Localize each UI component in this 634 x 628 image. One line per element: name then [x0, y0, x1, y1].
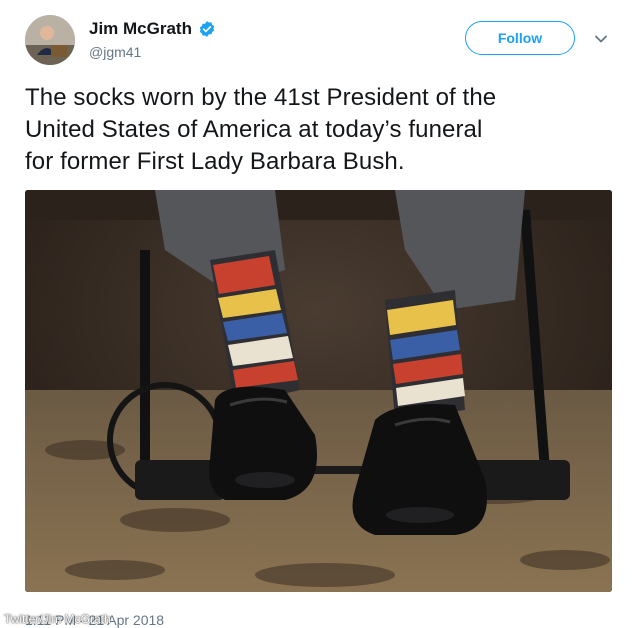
author-name-row: Jim McGrath — [89, 19, 216, 39]
tweet-text-line: for former First Lady Barbara Bush. — [25, 148, 405, 175]
tweet-text-line: The socks worn by the 41st President of … — [25, 84, 497, 111]
tweet-photo[interactable] — [25, 190, 612, 592]
author-handle[interactable]: @jgm41 — [89, 44, 141, 60]
socks-photo-image — [25, 190, 612, 592]
author-name[interactable]: Jim McGrath — [89, 19, 192, 39]
tweet-text: The socks worn by the 41st President of … — [25, 82, 610, 178]
avatar-image — [25, 15, 75, 65]
chevron-down-icon[interactable] — [593, 31, 609, 47]
tweet-text-line: United States of America at today’s fune… — [25, 116, 483, 143]
follow-button[interactable]: Follow — [465, 21, 575, 55]
verified-badge-icon — [199, 21, 215, 37]
author-avatar[interactable] — [25, 15, 75, 65]
photo-credit-watermark: Twitter/Jim McGrath — [4, 612, 111, 626]
